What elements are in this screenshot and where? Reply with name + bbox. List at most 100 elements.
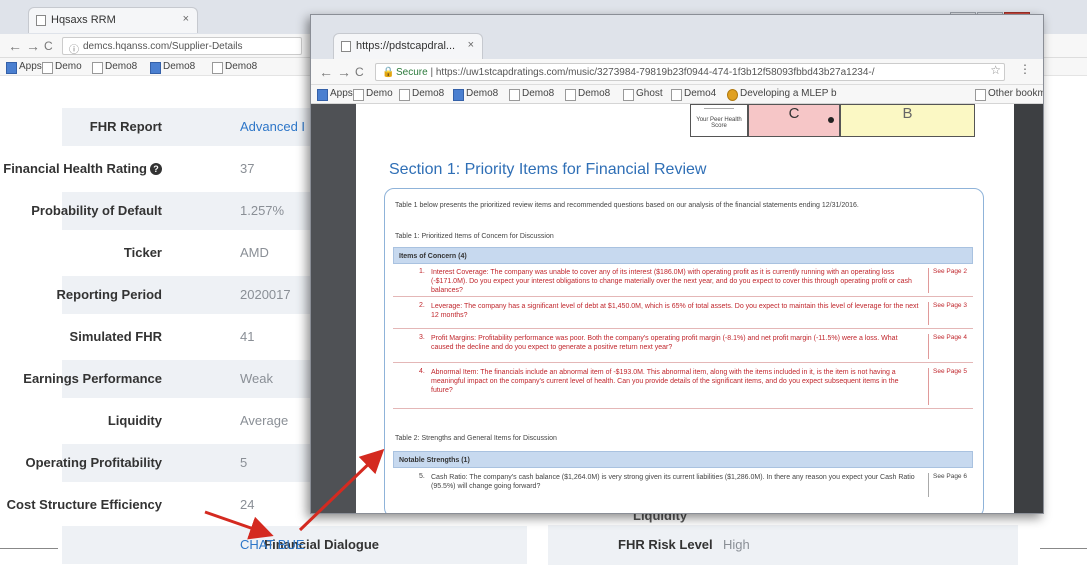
- close-tab-icon[interactable]: ×: [183, 13, 189, 25]
- bookmark-developing[interactable]: Developing a MLEP b: [727, 88, 837, 101]
- popup-url-text: https://uw1stcapdratings.com/music/32739…: [435, 67, 875, 78]
- detail-row-financial-dialogue: Financial Dialogue CHAT BUE: [62, 526, 527, 564]
- section-intro: Table 1 below presents the prioritized r…: [395, 202, 859, 209]
- table2-header: Notable Strengths (1): [393, 451, 973, 468]
- back-arrow-icon[interactable]: ←: [8, 38, 22, 54]
- bookmark-apps[interactable]: Apps: [6, 61, 42, 74]
- bookmark-demo4[interactable]: Demo4: [671, 88, 716, 101]
- divider: [1040, 548, 1087, 549]
- back-browser-tab[interactable]: Hqsaxs RRM ×: [28, 7, 198, 33]
- lock-icon: 🔒: [382, 67, 395, 78]
- detail-row-financial-health-rating: Financial Health Rating? 37: [3, 150, 310, 188]
- bookmark-demo8[interactable]: Demo8: [565, 88, 610, 101]
- detail-label: Liquidity: [107, 413, 162, 428]
- detail-value: 2020017: [240, 287, 291, 302]
- popup-tab-title: https://pdstcapdral...: [356, 40, 456, 52]
- bookmark-other[interactable]: Other bookma: [975, 88, 1043, 101]
- bookmark-demo[interactable]: Demo: [353, 88, 393, 101]
- popup-browser-tab[interactable]: https://pdstcapdral... ×: [333, 33, 483, 59]
- peer-score-label: Your Peer Health Score: [696, 117, 742, 129]
- detail-label: Cost Structure Efficiency: [6, 497, 162, 512]
- bookmark-apps[interactable]: Apps: [317, 88, 353, 101]
- detail-value: Average: [240, 413, 289, 428]
- grade-b-cell: B: [840, 104, 975, 137]
- detail-row-cost-structure-efficiency: Cost Structure Efficiency 24: [7, 486, 310, 524]
- detail-label: Reporting Period: [56, 287, 162, 302]
- browser-menu-icon[interactable]: ⋮: [1019, 62, 1031, 76]
- financial-dialogue-link[interactable]: CHAT BUE: [240, 537, 305, 552]
- popup-tab-bar: https://pdstcapdral... ×: [311, 15, 1043, 59]
- grade-b: B: [902, 105, 913, 122]
- concern-item: 2. Leverage: The company has a significa…: [393, 299, 973, 329]
- bookmark-demo8[interactable]: Demo8: [92, 61, 137, 74]
- grade-c-cell: C: [748, 104, 840, 137]
- detail-row-simulated-fhr: Simulated FHR 41: [62, 318, 310, 356]
- detail-value: AMD: [240, 245, 269, 260]
- table2-caption: Table 2: Strengths and General Items for…: [395, 435, 557, 442]
- bookmark-demo8[interactable]: Demo8: [150, 61, 195, 74]
- detail-value: Weak: [240, 371, 273, 386]
- info-icon[interactable]: ?: [150, 163, 162, 175]
- current-grade-marker: [828, 117, 834, 123]
- detail-row-operating-profitability: Operating Profitability 5: [25, 444, 310, 482]
- peer-score-cell: ————— Your Peer Health Score: [690, 104, 748, 137]
- reload-icon[interactable]: C: [355, 65, 364, 79]
- back-url-text: demcs.hqanss.com/Supplier-Details: [83, 41, 243, 52]
- detail-label: FHR Report: [89, 119, 162, 134]
- detail-row-liquidity: Liquidity Average: [62, 402, 310, 440]
- secure-label: Secure: [396, 67, 428, 78]
- detail-label: Simulated FHR: [69, 329, 162, 344]
- back-arrow-icon[interactable]: ←: [319, 64, 333, 80]
- pdf-viewer-margin: [1014, 104, 1043, 513]
- bookmark-ghost[interactable]: Ghost: [623, 88, 663, 101]
- back-url-input[interactable]: ⓘ demcs.hqanss.com/Supplier-Details: [62, 37, 302, 55]
- detail-label: Probability of Default: [31, 203, 162, 218]
- section-box: Table 1 below presents the prioritized r…: [384, 188, 984, 513]
- detail-row-probability-of-default: Probability of Default 1.257%: [31, 192, 310, 230]
- info-circle-icon: ⓘ: [69, 45, 79, 55]
- bookmark-demo8[interactable]: Demo8: [399, 88, 444, 101]
- detail-label: Ticker: [123, 245, 162, 260]
- bookmark-demo8[interactable]: Demo8: [509, 88, 554, 101]
- bookmark-star-icon[interactable]: ☆: [990, 63, 1001, 77]
- concern-item: 4. Abnormal Item: The financials include…: [393, 365, 973, 409]
- bookmark-demo8[interactable]: Demo8: [453, 88, 498, 101]
- bookmark-demo[interactable]: Demo: [42, 61, 82, 74]
- back-tab-title: Hqsaxs RRM: [51, 14, 116, 26]
- popup-bookmarks-bar: Apps Demo Demo8 Demo8 Demo8 Demo8 Ghost …: [311, 85, 1043, 104]
- bookmark-demo8[interactable]: Demo8: [212, 61, 257, 74]
- popup-address-bar: ← → C 🔒 Secure | https://uw1stcapdrating…: [311, 59, 1043, 85]
- detail-value: 1.257%: [240, 203, 285, 218]
- concern-item: 1. Interest Coverage: The company was un…: [393, 265, 973, 297]
- section-title: Section 1: Priority Items for Financial …: [389, 161, 707, 178]
- forward-arrow-icon[interactable]: →: [337, 64, 351, 80]
- fhr-report-link[interactable]: Advanced I: [240, 119, 305, 134]
- detail-row-ticker: Ticker AMD: [62, 234, 310, 272]
- fhr-risk-level-value: High: [723, 537, 750, 552]
- detail-row-reporting-period: Reporting Period 2020017: [57, 276, 310, 314]
- document-icon: [341, 41, 351, 52]
- pdf-page: ————— Your Peer Health Score C B Section…: [356, 104, 1014, 513]
- detail-value: 41: [240, 329, 255, 344]
- reload-icon[interactable]: C: [44, 39, 53, 53]
- popup-url-input[interactable]: 🔒 Secure | https://uw1stcapdratings.com/…: [375, 63, 1005, 81]
- page-favicon-icon: [36, 15, 46, 26]
- fhr-risk-level-label: FHR Risk Level: [618, 537, 713, 552]
- detail-label: Earnings Performance: [23, 371, 162, 386]
- detail-value: 24: [240, 497, 255, 512]
- detail-value: 37: [240, 161, 255, 176]
- close-tab-icon[interactable]: ×: [468, 39, 474, 51]
- divider: [0, 548, 58, 549]
- detail-row-earnings-performance: Earnings Performance Weak: [23, 360, 310, 398]
- table1-header: Items of Concern (4): [393, 247, 973, 264]
- table1-caption: Table 1: Prioritized Items of Concern fo…: [395, 233, 554, 240]
- grade-c: C: [788, 105, 800, 122]
- strength-item: 5. Cash Ratio: The company's cash balanc…: [393, 470, 973, 500]
- forward-arrow-icon[interactable]: →: [26, 38, 40, 54]
- detail-value: 5: [240, 455, 248, 470]
- grade-table: ————— Your Peer Health Score C B: [690, 104, 975, 137]
- fhr-risk-level-row: FHR Risk Level High: [548, 525, 1018, 565]
- concern-item: 3. Profit Margins: Profitability perform…: [393, 331, 973, 363]
- detail-label: Operating Profitability: [25, 455, 162, 470]
- detail-row-fhr-report: FHR Report Advanced I: [62, 108, 310, 146]
